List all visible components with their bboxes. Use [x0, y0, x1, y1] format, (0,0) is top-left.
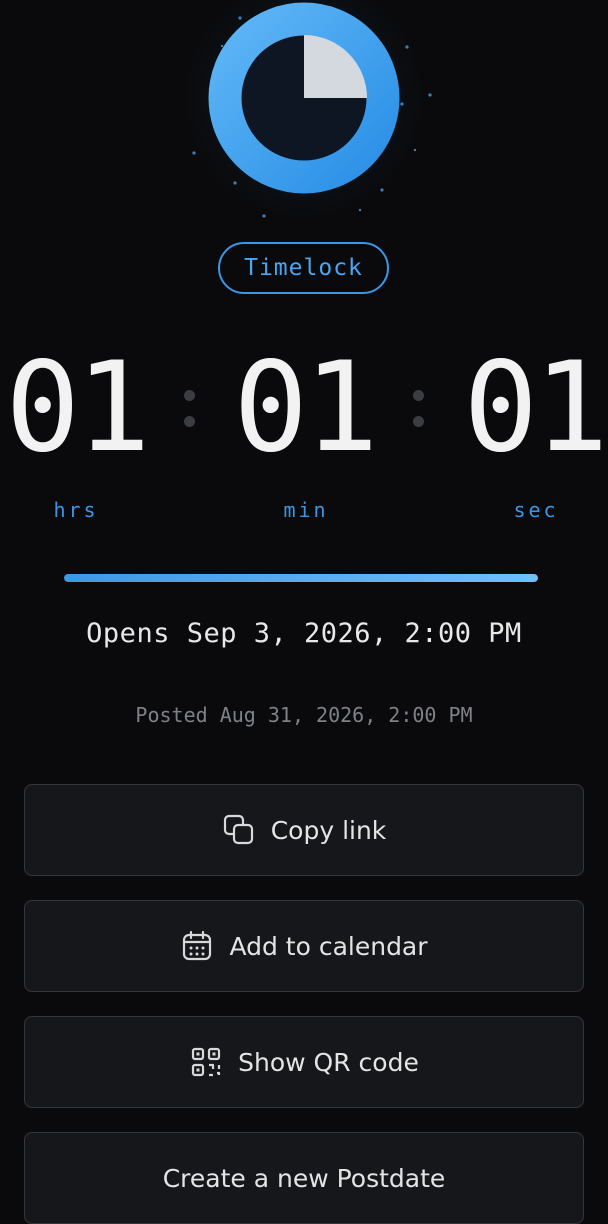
timelock-badge: Timelock: [218, 242, 389, 294]
countdown-timer: 01 01 01: [0, 338, 608, 478]
add-to-calendar-label: Add to calendar: [229, 931, 428, 961]
colon-separator: [184, 390, 196, 442]
progress-bar: [64, 574, 538, 582]
timelock-badge-label: Timelock: [244, 255, 363, 281]
copy-link-button[interactable]: Copy link: [24, 784, 584, 876]
copy-link-label: Copy link: [270, 815, 387, 845]
minutes-digits: 01: [233, 336, 378, 480]
seconds-unit-label: sec: [513, 498, 559, 522]
opens-date: Opens Sep 3, 2026, 2:00 PM: [86, 618, 522, 649]
add-to-calendar-button[interactable]: Add to calendar: [24, 900, 584, 992]
timelock-logo-graphic: [174, 0, 434, 228]
show-qr-code-button[interactable]: Show QR code: [24, 1016, 584, 1108]
hours-unit-label: hrs: [53, 498, 99, 522]
show-qr-code-label: Show QR code: [238, 1047, 419, 1077]
progress-bar-fill: [64, 574, 538, 582]
hours-digits: 01: [5, 336, 150, 480]
create-new-postdate-button[interactable]: Create a new Postdate: [24, 1132, 584, 1224]
seconds-digits: 01: [463, 336, 608, 480]
create-new-postdate-label: Create a new Postdate: [162, 1163, 446, 1193]
colon-separator: [413, 390, 425, 442]
copy-icon: [222, 813, 256, 847]
posted-date: Posted Aug 31, 2026, 2:00 PM: [135, 703, 473, 727]
hero-illustration: [0, 0, 608, 230]
qr-code-icon: [189, 1045, 223, 1079]
calendar-icon: [180, 929, 214, 963]
minutes-unit-label: min: [283, 498, 329, 522]
